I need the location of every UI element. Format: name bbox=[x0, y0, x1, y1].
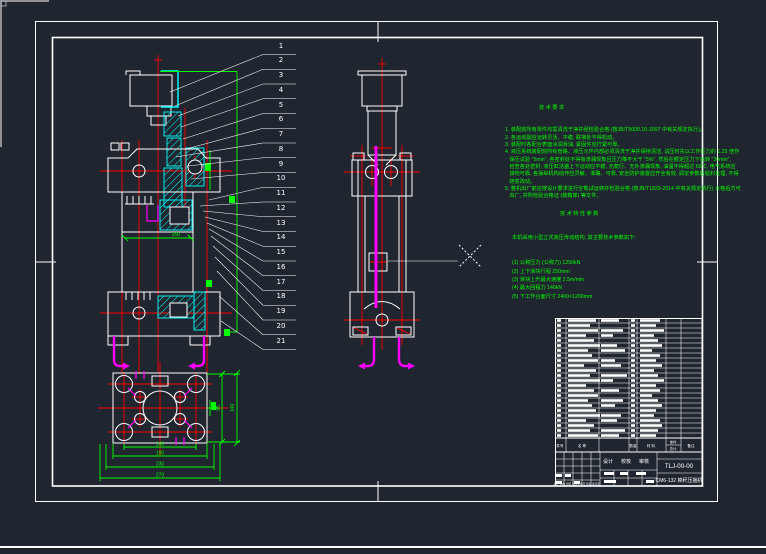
parameter-item-5: (5) 下工作台面尺寸 2400×1200mm bbox=[512, 293, 636, 301]
leader-number-15: 15 bbox=[272, 249, 290, 256]
screen-edge-artifacts bbox=[0, 0, 766, 548]
leader-number-17: 17 bbox=[272, 279, 290, 286]
requirement-line-8: 随意改动。 bbox=[505, 179, 741, 186]
role-approve: 审核 bbox=[639, 458, 649, 465]
leader-number-6: 6 bbox=[272, 116, 290, 123]
leader-number-9: 9 bbox=[272, 161, 290, 168]
requirement-line-5: 保压试验 "5min", 各密封处不得有渗漏现象且压力降不大于 "5%", 然后… bbox=[505, 157, 741, 164]
plan-dim-right-1: 95 bbox=[216, 405, 222, 411]
front-width-dim: 250 bbox=[172, 232, 181, 238]
role-check: 校核 bbox=[621, 458, 631, 465]
plan-dim-3: 230 bbox=[156, 462, 165, 468]
technical-requirements: 技 术 要 求 1. 装配前所有零件均需清洗干净并经检验合格 (按JB/T500… bbox=[505, 90, 741, 208]
leader-number-20: 20 bbox=[272, 323, 290, 330]
sign-row-labels: 标记 处数 分区 更改文件号 签名 年月日 bbox=[554, 482, 601, 486]
plan-dim-4: 270 bbox=[156, 473, 165, 479]
technical-requirements-title: 技 术 要 求 bbox=[539, 105, 741, 112]
technical-parameters: 技 术 特 性 参 数 本机采用小型立式液压传动结构, 其主要技术参数如下: (… bbox=[512, 193, 636, 309]
front-view bbox=[100, 55, 237, 374]
plan-dim-right-2: 140 bbox=[230, 404, 236, 413]
product-title: CM6-132 棉秆压捆机 bbox=[656, 477, 703, 484]
leader-number-18: 18 bbox=[272, 293, 290, 300]
leader-number-12: 12 bbox=[272, 205, 290, 212]
bom-header-unit: 单件 bbox=[670, 440, 677, 445]
requirement-line-4: 4. 液压系统装配前所有管路、液压元件内部必须清洗干净并保持清洁, 试压时先以工… bbox=[505, 149, 741, 156]
leader-number-10: 10 bbox=[272, 175, 290, 182]
bom-header-no: 件号 bbox=[556, 443, 564, 448]
bom-header-material: 材 料 bbox=[647, 443, 656, 448]
leader-number-8: 8 bbox=[272, 146, 290, 153]
bom-header-name: 名 称 bbox=[578, 443, 587, 448]
drawing-number: TLJ-00-00 bbox=[665, 463, 694, 470]
bom-header-qty: 数量 bbox=[629, 443, 637, 448]
requirement-line-2: 2. 各运动副应运转灵活、平稳, 联接处不得松动。 bbox=[505, 135, 741, 142]
requirement-line-1: 1. 装配前所有零件均需清洗干净并经检验合格 (按JB/T5000.10-200… bbox=[505, 127, 741, 134]
role-design: 设计 bbox=[603, 458, 613, 465]
technical-parameters-intro: 本机采用小型立式液压传动结构, 其主要技术参数如下: bbox=[512, 234, 636, 242]
section-x-marker bbox=[459, 245, 481, 267]
leader-number-1: 1 bbox=[272, 43, 290, 50]
leader-number-19: 19 bbox=[272, 308, 290, 315]
leader-number-13: 13 bbox=[272, 220, 290, 227]
parameter-item-2: (2) 上下滑块行程 250mm bbox=[512, 268, 636, 276]
leader-number-3: 3 bbox=[272, 72, 290, 79]
leader-number-14: 14 bbox=[272, 234, 290, 241]
parameter-item-3: (3) 滑块上升最大速度 2.5m/min bbox=[512, 276, 636, 284]
drawing-linework: 250 140 190 230 270 95 140 件号 bbox=[0, 0, 766, 554]
bom-rows bbox=[555, 319, 702, 437]
title-block: 件号 名 称 数量 材 料 单件 总计 备注 设计 校核 审核 标记 处数 分区… bbox=[554, 318, 703, 486]
side-view bbox=[344, 58, 458, 370]
leader-number-2: 2 bbox=[272, 57, 290, 64]
requirement-line-7: 接地可靠, 各操纵机构动作应灵敏、准确、可靠, 安全防护装置应齐全有效, 调定参… bbox=[505, 171, 741, 178]
plan-view bbox=[98, 362, 240, 481]
plan-dim-2: 190 bbox=[156, 451, 165, 457]
leader-number-5: 5 bbox=[272, 102, 290, 109]
cad-drawing-canvas: 250 140 190 230 270 95 140 件号 bbox=[0, 0, 766, 554]
parameter-item-4: (4) 最大回程力 140kN bbox=[512, 284, 636, 292]
bom-header-total: 总计 bbox=[670, 446, 677, 451]
bom-header-remark: 备注 bbox=[687, 443, 695, 448]
leader-number-16: 16 bbox=[272, 264, 290, 271]
leader-number-7: 7 bbox=[272, 131, 290, 138]
leader-number-4: 4 bbox=[272, 87, 290, 94]
parameter-item-1: (1) 公称压力 (公称力) 1250kN bbox=[512, 259, 636, 267]
leader-number-21: 21 bbox=[272, 338, 290, 345]
technical-parameters-title: 技 术 特 性 参 数 bbox=[560, 210, 636, 218]
plan-dim-1: 140 bbox=[156, 442, 165, 448]
leader-number-11: 11 bbox=[272, 190, 290, 197]
